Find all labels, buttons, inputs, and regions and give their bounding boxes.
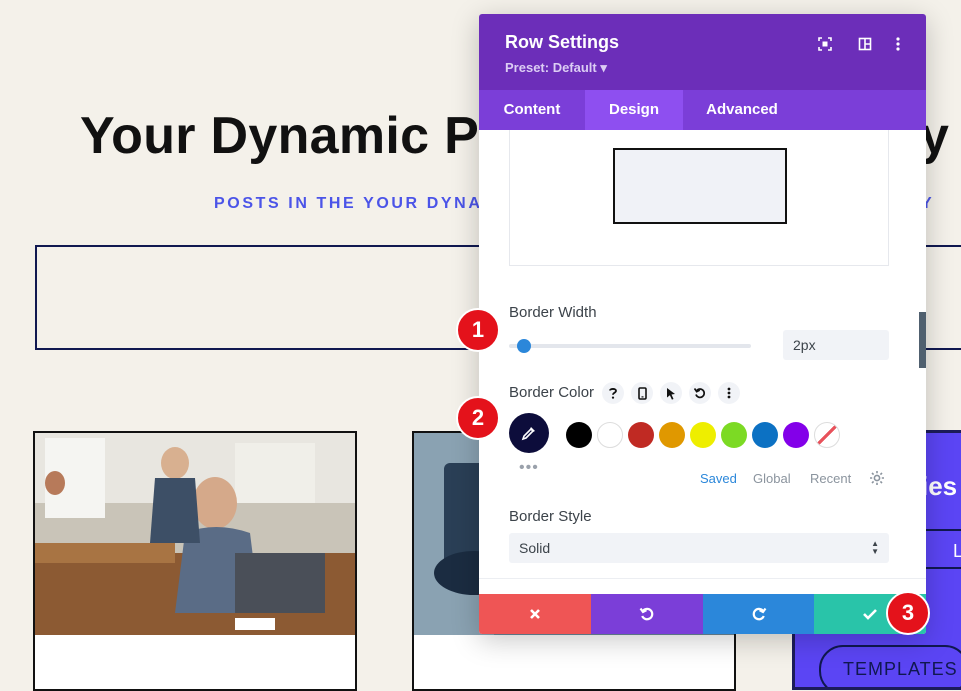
color-swatch[interactable] [597, 422, 623, 448]
color-swatch[interactable] [690, 422, 716, 448]
settings-body: Border Width 2px Border Color ••• Saved … [479, 130, 926, 594]
promo-title: ies [921, 471, 958, 501]
border-preview [509, 130, 889, 266]
modal-title: Row Settings [505, 32, 620, 52]
more-options-icon[interactable] [718, 382, 740, 404]
focus-icon[interactable] [815, 34, 835, 54]
swatch-transparent[interactable] [814, 422, 840, 448]
tab-content[interactable]: Content [479, 90, 585, 130]
border-color-label: Border Color [509, 384, 595, 401]
palette-tab-recent[interactable]: Recent [810, 471, 851, 486]
tab-advanced[interactable]: Advanced [683, 90, 801, 130]
color-swatch[interactable] [752, 422, 778, 448]
page-title: Your Dynamic Po [80, 107, 512, 165]
post-card[interactable] [33, 431, 357, 691]
more-colors-icon[interactable]: ••• [519, 460, 539, 476]
palette-tab-saved[interactable]: Saved [700, 471, 737, 486]
redo-icon [752, 607, 767, 621]
border-style-value: Solid [519, 540, 551, 556]
close-icon [530, 609, 540, 619]
color-swatch[interactable] [659, 422, 685, 448]
step-badge-2: 2 [456, 396, 500, 440]
eyedropper-icon [521, 427, 535, 441]
split-view-icon[interactable] [855, 34, 875, 54]
modal-footer [479, 594, 926, 634]
color-picker-button[interactable] [509, 413, 549, 453]
settings-tabs: Content Design Advanced [479, 90, 926, 130]
preset-dropdown[interactable]: Preset: Default ▾ [505, 60, 607, 76]
border-style-label: Border Style [509, 508, 592, 525]
border-preview-sample [613, 148, 787, 224]
palette-tab-global[interactable]: Global [753, 471, 791, 486]
select-arrows-icon: ▲ ▼ [871, 539, 879, 556]
color-swatch[interactable] [566, 422, 592, 448]
post-photo-office [35, 433, 355, 635]
help-icon[interactable] [602, 382, 624, 404]
border-width-slider-thumb[interactable] [516, 339, 531, 353]
border-width-input[interactable]: 2px [783, 330, 889, 360]
border-width-label: Border Width [509, 304, 597, 321]
mobile-icon[interactable] [631, 382, 653, 404]
checkmark-icon [863, 609, 877, 620]
color-swatch[interactable] [628, 422, 654, 448]
undo-icon [639, 607, 654, 621]
scrollbar[interactable] [919, 312, 926, 368]
gear-icon[interactable] [869, 470, 885, 486]
reset-icon[interactable] [689, 382, 711, 404]
hover-cursor-icon[interactable] [660, 382, 682, 404]
step-badge-3: 3 [886, 591, 930, 635]
divider [479, 578, 926, 579]
undo-button[interactable] [591, 594, 703, 634]
border-width-slider[interactable] [509, 344, 751, 348]
cancel-button[interactable] [479, 594, 591, 634]
color-swatch[interactable] [721, 422, 747, 448]
color-swatch[interactable] [783, 422, 809, 448]
redo-button[interactable] [703, 594, 815, 634]
border-style-select[interactable]: Solid ▲ ▼ [509, 533, 889, 563]
row-settings-modal: Row Settings Preset: Default ▾ Content D… [479, 14, 926, 634]
more-icon[interactable] [888, 34, 908, 54]
modal-header: Row Settings Preset: Default ▾ [479, 14, 926, 90]
page-subtitle: POSTS IN THE YOUR DYNAM [214, 195, 499, 212]
tab-design[interactable]: Design [585, 90, 683, 130]
step-badge-1: 1 [456, 308, 500, 352]
